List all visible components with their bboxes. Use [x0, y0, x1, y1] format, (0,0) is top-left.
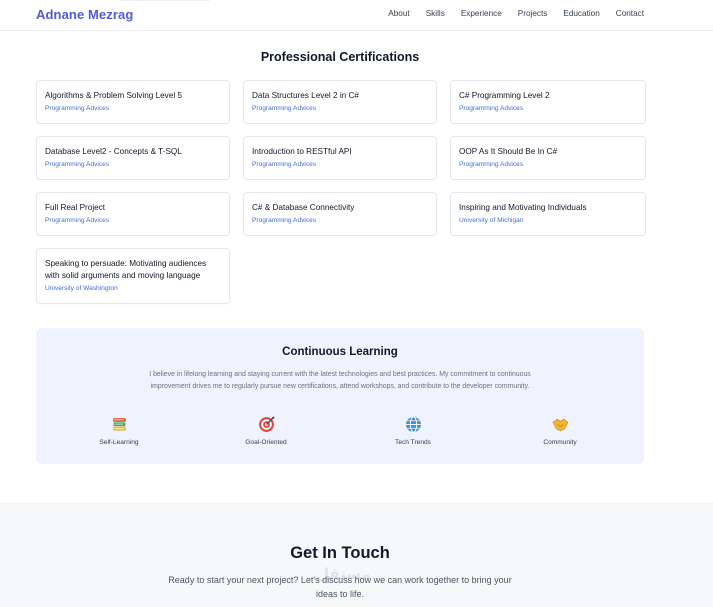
cert-title: OOP As It Should Be In C#: [459, 147, 558, 156]
learning-description: I believe in lifelong learning and stayi…: [149, 371, 531, 390]
certifications-grid: Algorithms & Problem Solving Level 5 Pro…: [36, 80, 646, 304]
cert-card: Algorithms & Problem Solving Level 5 Pro…: [36, 80, 230, 124]
navbar: Adnane Mezrag About Skills Experience Pr…: [0, 0, 713, 31]
nav-link-experience[interactable]: Experience: [461, 9, 502, 18]
cert-title: Data Structures Level 2 in C#: [252, 91, 359, 100]
cert-title: C# & Database Connectivity: [252, 203, 355, 212]
certifications-title: Professional Certifications: [260, 50, 420, 64]
cert-issuer: Programming Advices: [45, 217, 110, 224]
nav-link-about[interactable]: About: [388, 9, 409, 18]
nav-link-skills[interactable]: Skills: [426, 9, 445, 18]
cert-issuer: Programming Advices: [459, 105, 524, 112]
cert-issuer: Programming Advices: [252, 217, 317, 224]
nav-link-projects[interactable]: Projects: [518, 9, 548, 18]
cert-issuer: Programming Advices: [252, 105, 317, 112]
cert-title: Inspiring and Motivating Individuals: [459, 203, 587, 212]
contact-description: Ready to start your next project? Let's …: [168, 575, 512, 599]
nav-link-education[interactable]: Education: [563, 9, 599, 18]
cert-card: Database Level2 - Concepts & T-SQL Progr…: [36, 136, 230, 180]
cert-title: Full Real Project: [45, 203, 106, 212]
cert-issuer: Programming Advices: [459, 161, 524, 168]
feature-community: Community: [520, 416, 600, 446]
contact-section: Get In Touch مستقل Ready to start your n…: [0, 503, 713, 607]
feature-label: Community: [543, 439, 577, 446]
handshake-icon: [552, 418, 568, 432]
cert-card: Inspiring and Motivating Individuals Uni…: [450, 192, 646, 236]
cert-title: Introduction to RESTful API: [252, 147, 352, 156]
cert-issuer: Programming Advices: [45, 105, 110, 112]
cert-title: Algorithms & Problem Solving Level 5: [45, 91, 182, 100]
cert-card: C# Programming Level 2 Programming Advic…: [450, 80, 646, 124]
feature-label: Goal-Oriented: [245, 439, 287, 446]
feature-tech-trends: Tech Trends: [373, 416, 453, 446]
globe-icon: [405, 416, 421, 433]
brand-logo-link[interactable]: Adnane Mezrag: [36, 7, 133, 22]
nav-link-contact[interactable]: Contact: [616, 9, 644, 18]
learning-title: Continuous Learning: [282, 346, 398, 358]
top-divider: [120, 0, 210, 1]
cert-card: Data Structures Level 2 in C# Programmin…: [243, 80, 437, 124]
cert-title: Speaking to persuade: Motivating audienc…: [45, 259, 207, 280]
cert-card: Full Real Project Programming Advices: [36, 192, 230, 236]
cert-issuer: University of Washington: [45, 285, 118, 292]
contact-title: Get In Touch: [290, 544, 390, 562]
cert-issuer: Programming Advices: [252, 161, 317, 168]
cert-issuer: University of Michigan: [459, 217, 524, 224]
target-icon: [258, 416, 274, 432]
cert-title: C# Programming Level 2: [459, 91, 550, 100]
books-icon: [112, 418, 126, 431]
cert-card: C# & Database Connectivity Programming A…: [243, 192, 437, 236]
continuous-learning-panel: Continuous Learning I believe in lifelon…: [36, 328, 644, 464]
feature-label: Tech Trends: [395, 439, 431, 446]
cert-title: Database Level2 - Concepts & T-SQL: [45, 147, 182, 156]
nav-links: About Skills Experience Projects Educati…: [372, 9, 644, 18]
cert-issuer: Programming Advices: [45, 161, 110, 168]
feature-goal-oriented: Goal-Oriented: [226, 416, 306, 446]
cert-card: Introduction to RESTful API Programming …: [243, 136, 437, 180]
feature-label: Self-Learning: [99, 439, 139, 446]
cert-card: OOP As It Should Be In C# Programming Ad…: [450, 136, 646, 180]
cert-card: Speaking to persuade: Motivating audienc…: [36, 248, 230, 304]
feature-self-learning: Self-Learning: [79, 416, 159, 446]
